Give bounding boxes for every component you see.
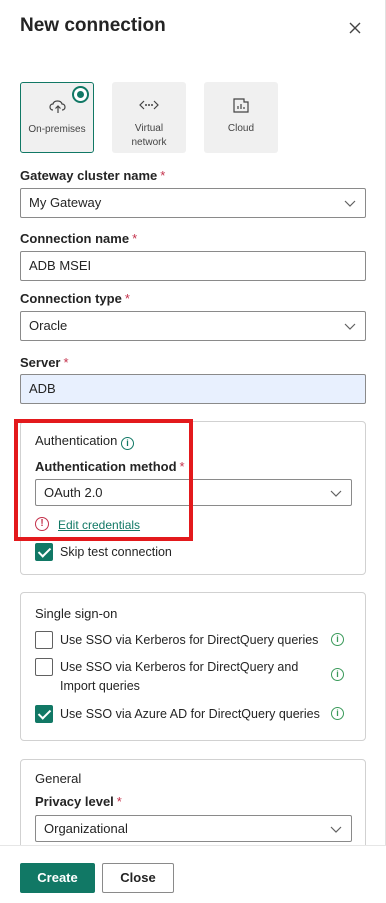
gateway-dropdown[interactable]: My Gateway xyxy=(20,188,366,218)
authentication-method-value: OAuth 2.0 xyxy=(44,485,103,500)
connection-type-value: Oracle xyxy=(29,318,68,333)
authentication-heading: Authentication i xyxy=(35,433,135,450)
close-button[interactable]: Close xyxy=(102,863,174,893)
tile-cloud[interactable]: Cloud xyxy=(204,82,278,153)
connection-type-label: Connection type * xyxy=(20,291,130,306)
chevron-down-icon xyxy=(344,323,356,330)
sso-kerberos-import-label-line1: Use SSO via Kerberos for DirectQuery and xyxy=(60,660,299,674)
sso-kerberos-import-checkbox[interactable] xyxy=(35,658,53,676)
info-icon[interactable]: i xyxy=(331,707,344,720)
info-icon[interactable]: i xyxy=(331,668,344,681)
new-connection-panel: New connection On-premises Virtual netwo… xyxy=(0,0,386,903)
cloud-report-icon xyxy=(231,96,251,114)
sso-azure-ad-checkbox[interactable] xyxy=(35,705,53,723)
gateway-value: My Gateway xyxy=(29,195,102,210)
authentication-group: Authentication i Authentication method * … xyxy=(20,421,366,575)
tile-virtual-network[interactable]: Virtual network xyxy=(112,82,186,153)
sso-heading: Single sign-on xyxy=(35,606,118,621)
sso-kerberos-directquery-checkbox[interactable] xyxy=(35,631,53,649)
create-button[interactable]: Create xyxy=(20,863,95,893)
tile-label: On-premises xyxy=(28,124,86,135)
virtual-network-icon xyxy=(139,96,159,114)
authentication-method-dropdown[interactable]: OAuth 2.0 xyxy=(35,479,352,506)
connection-name-input[interactable]: ADB MSEI xyxy=(20,251,366,281)
chevron-down-icon xyxy=(330,490,342,497)
gateway-label: Gateway cluster name * xyxy=(20,168,166,183)
dialog-footer: Create Close xyxy=(0,845,386,903)
cloud-upload-icon xyxy=(48,97,68,115)
radio-selected-icon xyxy=(72,86,89,103)
authentication-method-label: Authentication method * xyxy=(35,459,185,474)
general-heading: General xyxy=(35,771,82,786)
privacy-level-dropdown[interactable]: Organizational xyxy=(35,815,352,842)
sso-kerberos-import-label-line2: Import queries xyxy=(60,679,140,693)
error-icon: ! xyxy=(35,517,49,531)
edit-credentials-link[interactable]: Edit credentials xyxy=(58,518,140,532)
chevron-down-icon xyxy=(330,826,342,833)
privacy-level-label: Privacy level * xyxy=(35,794,122,809)
privacy-level-value: Organizational xyxy=(44,821,128,836)
chevron-down-icon xyxy=(344,200,356,207)
server-label: Server * xyxy=(20,355,69,370)
sso-group: Single sign-on Use SSO via Kerberos for … xyxy=(20,592,366,741)
connection-type-dropdown[interactable]: Oracle xyxy=(20,311,366,341)
info-icon[interactable]: i xyxy=(121,437,135,450)
tile-label: Cloud xyxy=(227,123,255,134)
sso-azure-ad-label: Use SSO via Azure AD for DirectQuery que… xyxy=(60,707,320,721)
info-icon[interactable]: i xyxy=(331,633,344,646)
tile-on-premises[interactable]: On-premises xyxy=(20,82,94,153)
skip-test-label: Skip test connection xyxy=(60,545,172,559)
tile-label: Virtual network xyxy=(131,123,167,148)
skip-test-checkbox[interactable] xyxy=(35,543,53,561)
dialog-title: New connection xyxy=(20,15,166,36)
close-icon[interactable] xyxy=(344,17,366,39)
connection-name-value: ADB MSEI xyxy=(29,258,92,273)
server-value: ADB xyxy=(29,381,56,396)
sso-kerberos-directquery-label: Use SSO via Kerberos for DirectQuery que… xyxy=(60,633,319,647)
connection-name-label: Connection name * xyxy=(20,231,138,246)
server-input[interactable]: ADB xyxy=(20,374,366,404)
